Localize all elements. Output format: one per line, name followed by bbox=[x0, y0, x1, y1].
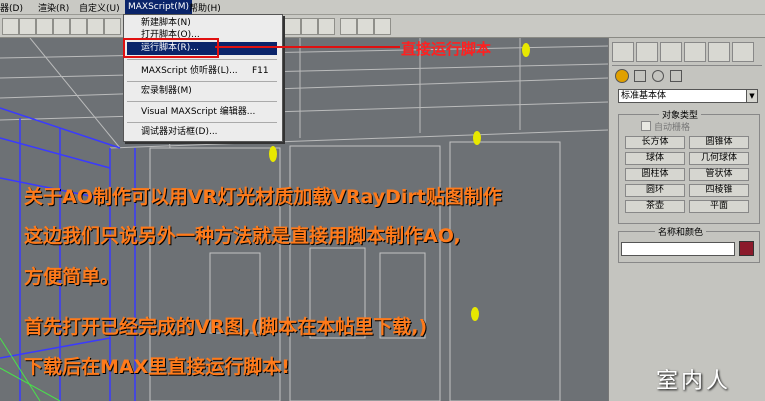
annotation-line: 关于AO制作可以用VR灯光材质加载VRayDirt贴图制作 bbox=[24, 186, 502, 208]
select-icon[interactable] bbox=[2, 18, 19, 35]
motion-tab-icon[interactable] bbox=[684, 42, 706, 62]
display-tab-icon[interactable] bbox=[708, 42, 730, 62]
menu-maxscript[interactable]: MAXScript(M) bbox=[125, 0, 192, 14]
scale-icon[interactable] bbox=[104, 18, 121, 35]
primitive-type-select[interactable]: 标准基本体 bbox=[618, 89, 749, 103]
material-editor-icon[interactable] bbox=[340, 18, 357, 35]
main-toolbar bbox=[0, 15, 765, 38]
menu-shortcut-f11: F11 bbox=[252, 66, 269, 76]
rotate-icon[interactable] bbox=[87, 18, 104, 35]
bind-icon[interactable] bbox=[53, 18, 70, 35]
autogrid-checkbox[interactable] bbox=[641, 121, 651, 131]
watermark: 室内人 bbox=[656, 369, 732, 394]
object-name-input[interactable] bbox=[621, 242, 735, 256]
callout-label: 直接运行脚本 bbox=[401, 40, 492, 58]
torus-button[interactable]: 圆环 bbox=[625, 184, 685, 197]
autogrid-label: 自动栅格 bbox=[654, 123, 691, 133]
layer-icon[interactable] bbox=[284, 18, 301, 35]
callout-line bbox=[215, 46, 400, 48]
move-icon[interactable] bbox=[70, 18, 87, 35]
annotation-line: 这边我们只说另外一种方法就是直接用脚本制作AO, bbox=[24, 225, 461, 247]
menu-customize[interactable]: 自定义(U) bbox=[79, 1, 120, 14]
render-setup-icon[interactable] bbox=[357, 18, 374, 35]
plane-button[interactable]: 平面 bbox=[689, 200, 749, 213]
annotation-line: 下载后在MAX里直接运行脚本! bbox=[24, 356, 290, 378]
link-icon[interactable] bbox=[19, 18, 36, 35]
quick-render-icon[interactable] bbox=[374, 18, 391, 35]
menu-separator bbox=[127, 101, 277, 102]
utilities-tab-icon[interactable] bbox=[732, 42, 754, 62]
viewport[interactable] bbox=[0, 38, 608, 401]
schematic-icon[interactable] bbox=[318, 18, 335, 35]
box-button[interactable]: 长方体 bbox=[625, 136, 685, 149]
menu-bar: 器(D) 渲染(R) 自定义(U) MAXScript(M) 帮助(H) bbox=[0, 0, 765, 15]
wireframe-scene bbox=[0, 38, 608, 401]
menu-separator bbox=[127, 81, 277, 82]
callout-highlight-box bbox=[123, 38, 219, 58]
shapes-icon[interactable] bbox=[634, 70, 646, 82]
maxscript-dropdown: 新建脚本(N) 打开脚本(O)... 运行脚本(R)... MAXScript … bbox=[123, 14, 283, 142]
annotation-line: 首先打开已经完成的VR图,(脚本在本帖里下载,) bbox=[24, 316, 428, 338]
modify-tab-icon[interactable] bbox=[636, 42, 658, 62]
menu-item-debugger[interactable]: 调试器对话框(D)... bbox=[127, 126, 277, 139]
unlink-icon[interactable] bbox=[36, 18, 53, 35]
name-color-rollout: 名称和颜色 bbox=[618, 225, 760, 263]
create-tab-icon[interactable] bbox=[612, 42, 634, 62]
geosphere-button[interactable]: 几何球体 bbox=[689, 152, 749, 165]
geometry-icon[interactable] bbox=[615, 69, 629, 83]
command-panel: 标准基本体 ▼ 对象类型 自动栅格 长方体 圆锥体 球体 几何球体 圆柱体 管状… bbox=[608, 38, 765, 401]
pyramid-button[interactable]: 四棱锥 bbox=[689, 184, 749, 197]
menu-separator bbox=[127, 59, 277, 60]
menu-separator bbox=[127, 122, 277, 123]
create-category-bar bbox=[612, 65, 762, 84]
cameras-icon[interactable] bbox=[670, 70, 682, 82]
rollout-title[interactable]: 名称和颜色 bbox=[655, 225, 707, 238]
chevron-down-icon[interactable]: ▼ bbox=[746, 89, 758, 103]
menu-help[interactable]: 帮助(H) bbox=[189, 1, 221, 14]
hierarchy-tab-icon[interactable] bbox=[660, 42, 682, 62]
cone-button[interactable]: 圆锥体 bbox=[689, 136, 749, 149]
annotation-line: 方便简单。 bbox=[24, 266, 120, 288]
sphere-button[interactable]: 球体 bbox=[625, 152, 685, 165]
teapot-button[interactable]: 茶壶 bbox=[625, 200, 685, 213]
menu-rendering[interactable]: 渲染(R) bbox=[38, 1, 69, 14]
cylinder-button[interactable]: 圆柱体 bbox=[625, 168, 685, 181]
color-swatch[interactable] bbox=[739, 241, 754, 256]
menu-item-macro-recorder[interactable]: 宏录制器(M) bbox=[127, 85, 277, 98]
lights-icon[interactable] bbox=[652, 70, 664, 82]
curve-editor-icon[interactable] bbox=[301, 18, 318, 35]
menu-graph-editors[interactable]: 器(D) bbox=[0, 1, 23, 14]
object-type-rollout: 对象类型 自动栅格 长方体 圆锥体 球体 几何球体 圆柱体 管状体 圆环 四棱锥… bbox=[618, 108, 760, 224]
menu-item-visual-maxscript[interactable]: Visual MAXScript 编辑器... bbox=[127, 106, 277, 119]
tube-button[interactable]: 管状体 bbox=[689, 168, 749, 181]
